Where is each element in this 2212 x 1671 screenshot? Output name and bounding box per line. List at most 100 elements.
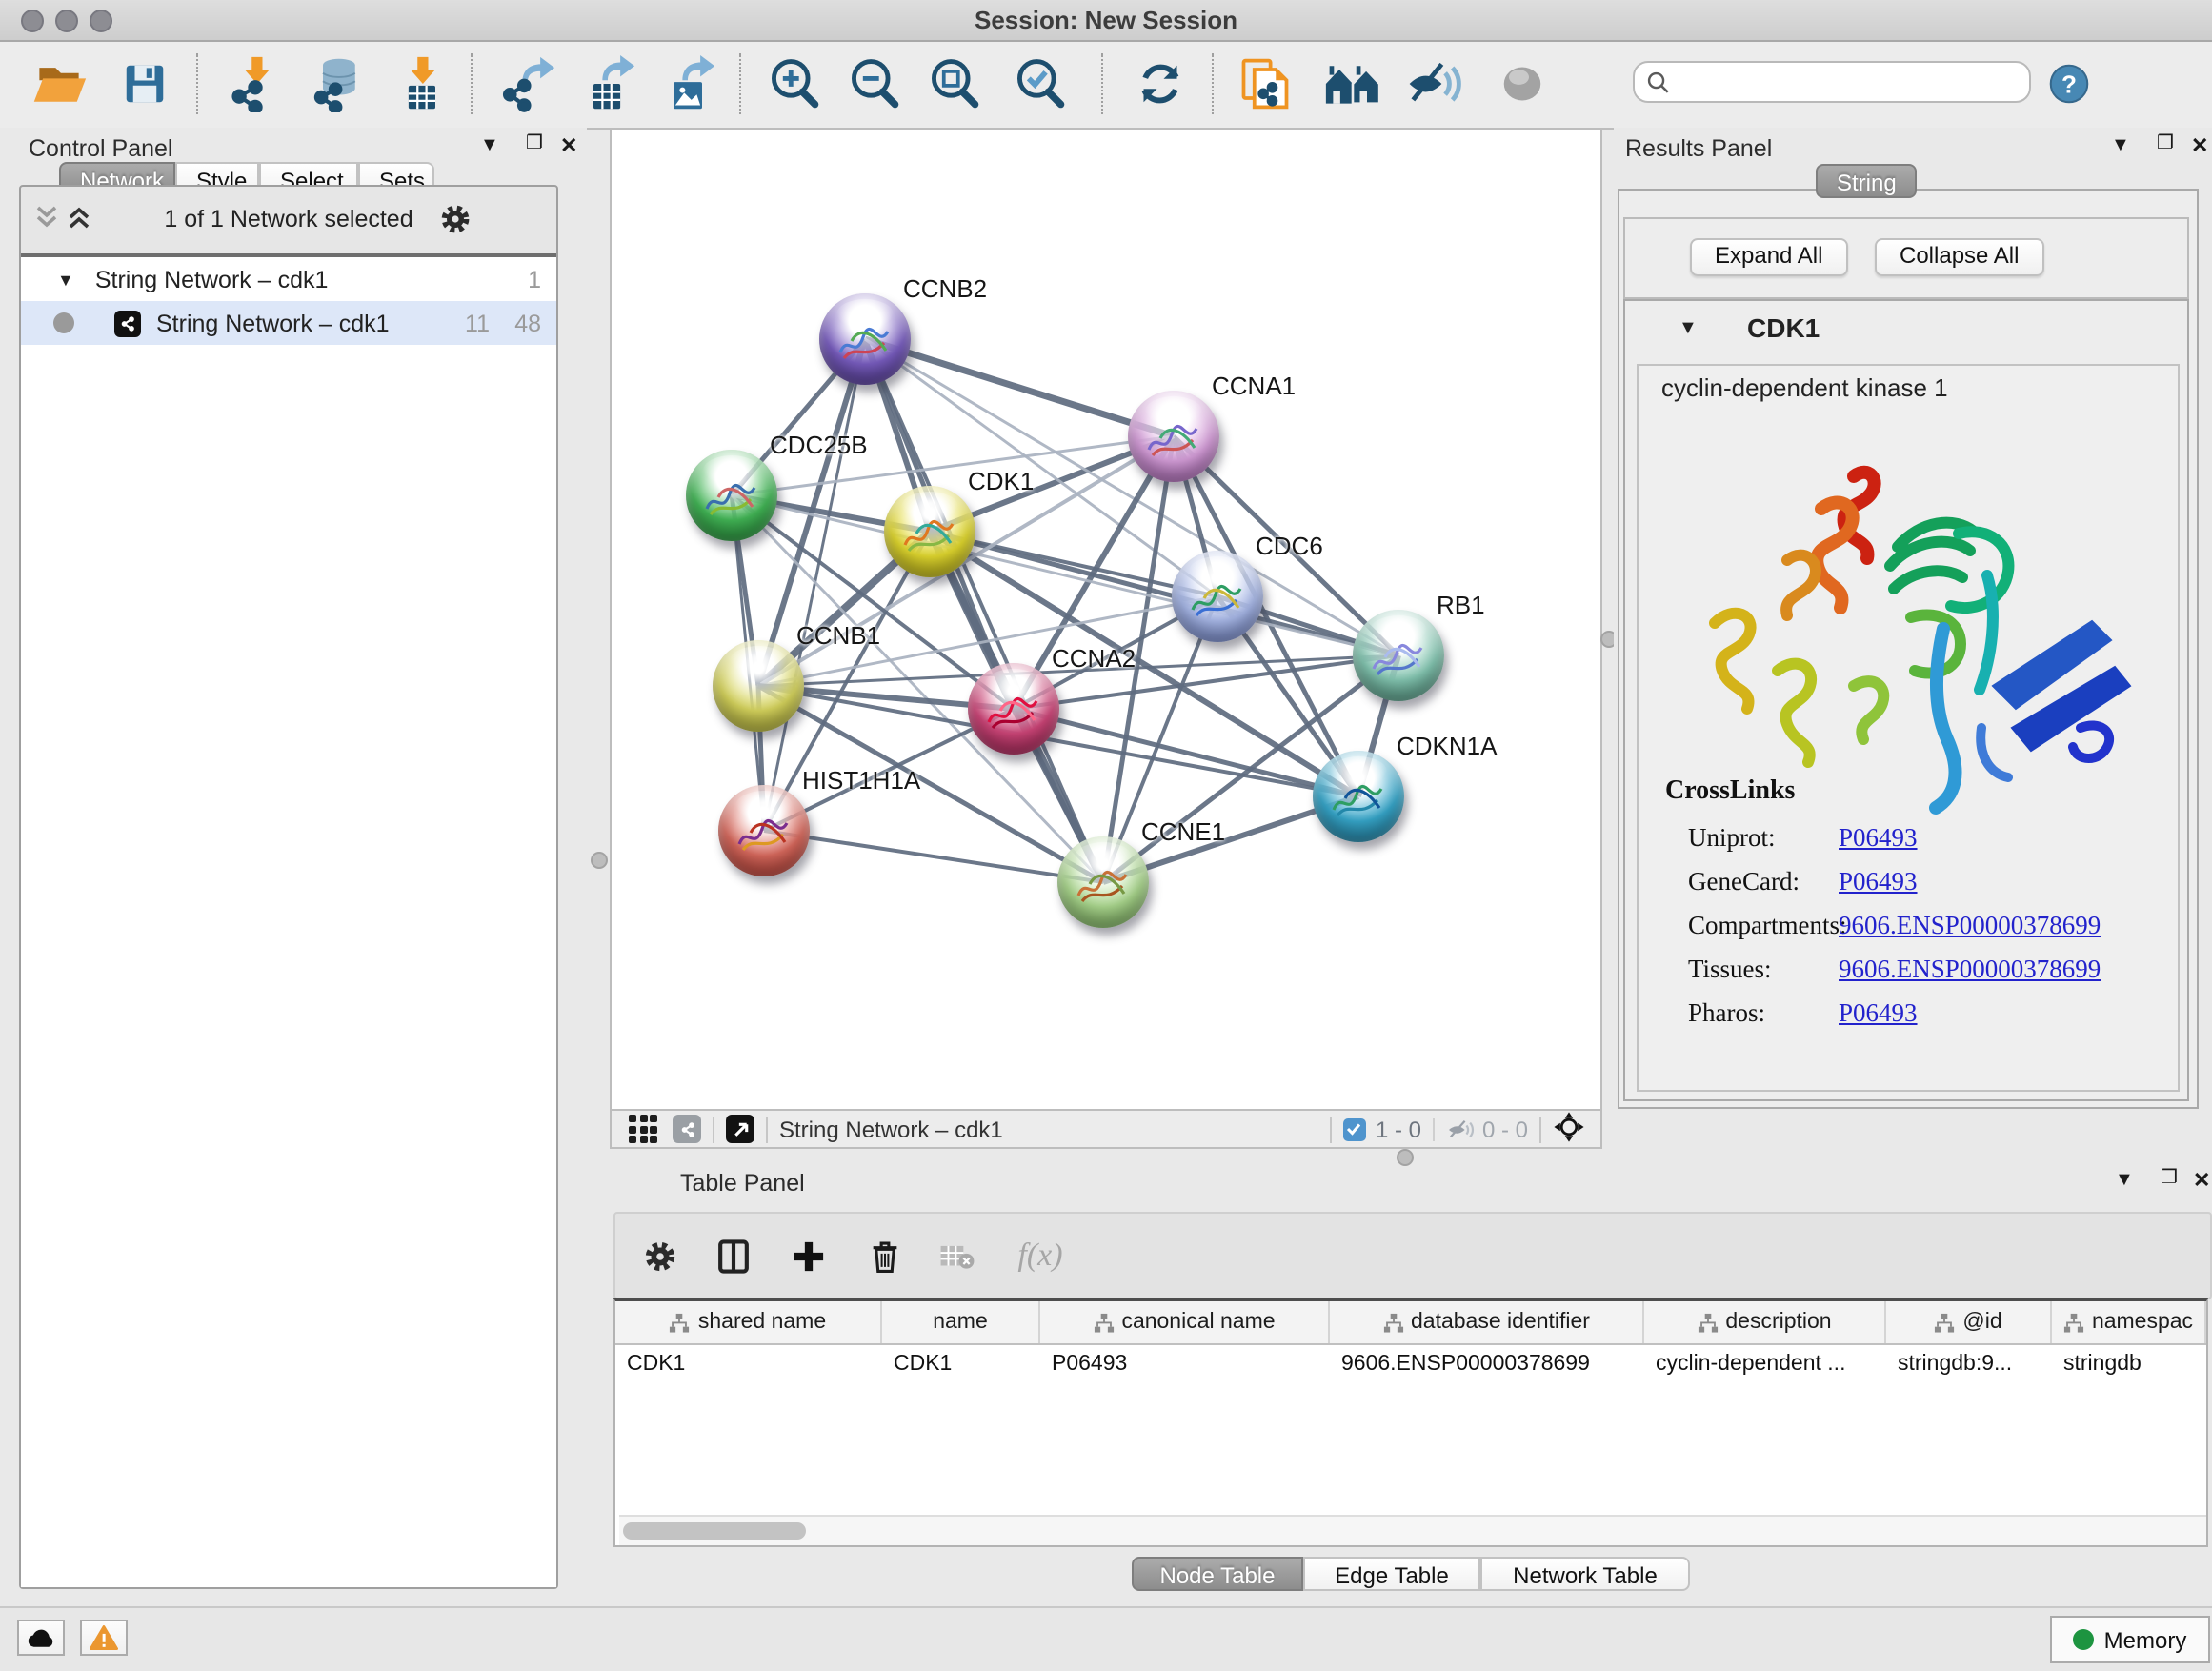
control-panel-float-icon[interactable]: ❐: [526, 133, 543, 154]
show-columns-icon[interactable]: [705, 1227, 762, 1284]
grid-view-icon[interactable]: [629, 1115, 657, 1143]
column-header-database-identifier[interactable]: database identifier: [1330, 1301, 1644, 1343]
column-header-shared-name[interactable]: shared name: [615, 1301, 882, 1343]
control-panel-menu-icon[interactable]: ▼: [480, 135, 499, 156]
vertical-splitter-left[interactable]: [587, 128, 610, 1606]
graph-node-CCNA1[interactable]: [1128, 391, 1219, 482]
import-network-button[interactable]: [221, 50, 290, 118]
crosslink-link[interactable]: P06493: [1839, 823, 1918, 852]
node-position-crosshair-icon[interactable]: [1553, 1110, 1585, 1148]
column-header-description[interactable]: description: [1644, 1301, 1886, 1343]
network-canvas[interactable]: CCNB2CCNA1CDC25BCDK1CDC6RB1CCNB1CCNA2CDK…: [610, 128, 1602, 1111]
graph-node-CCNA2[interactable]: [968, 663, 1059, 755]
cell-namespac[interactable]: stringdb: [2052, 1345, 2206, 1387]
graph-node-CDK1[interactable]: [884, 486, 975, 577]
cell-database-identifier[interactable]: 9606.ENSP00000378699: [1330, 1345, 1644, 1387]
memory-button[interactable]: Memory: [2050, 1616, 2210, 1663]
export-network-button[interactable]: [493, 50, 562, 118]
horizontal-splitter[interactable]: [610, 1147, 2212, 1166]
table-panel-float-icon[interactable]: ❐: [2161, 1168, 2178, 1189]
table-panel-close-icon[interactable]: ✕: [2193, 1168, 2210, 1193]
zoom-in-button[interactable]: [760, 50, 829, 118]
zoom-out-button[interactable]: [840, 50, 909, 118]
results-panel-menu-icon[interactable]: ▼: [2111, 135, 2130, 156]
hidden-eye-slash-icon: [1446, 1117, 1475, 1140]
export-table-button[interactable]: [573, 50, 642, 118]
table-panel: Table Panel ▼ ❐ ✕: [610, 1166, 2212, 1606]
horizontal-scrollbar[interactable]: [619, 1515, 2206, 1545]
title-bar[interactable]: Session: New Session: [0, 0, 2212, 42]
zoom-fit-button[interactable]: [920, 50, 989, 118]
section-collapse-icon[interactable]: ▼: [1679, 318, 1698, 339]
results-panel-close-icon[interactable]: ✕: [2191, 133, 2208, 158]
crosslink-link[interactable]: P06493: [1839, 998, 1918, 1027]
collection-count: 1: [528, 266, 541, 292]
graph-node-CDC25B[interactable]: [686, 450, 777, 541]
crosslink-link[interactable]: 9606.ENSP00000378699: [1839, 955, 2101, 983]
table-panel-menu-icon[interactable]: ▼: [2115, 1170, 2134, 1191]
tab-node-table[interactable]: Node Table: [1132, 1557, 1303, 1591]
results-panel-float-icon[interactable]: ❐: [2157, 133, 2174, 154]
network-type-share-icon[interactable]: [673, 1115, 701, 1143]
scrollbar-thumb[interactable]: [623, 1521, 806, 1539]
graph-node-CDKN1A[interactable]: [1313, 751, 1404, 842]
search-field[interactable]: [1633, 61, 2031, 103]
birdseye-view-icon[interactable]: [726, 1115, 754, 1143]
column-type-icon: [670, 1312, 691, 1333]
warning-status-button[interactable]: [80, 1620, 128, 1656]
save-session-button[interactable]: [111, 50, 179, 118]
cell-canonical-name[interactable]: P06493: [1040, 1345, 1330, 1387]
cell-shared-name[interactable]: CDK1: [615, 1345, 882, 1387]
import-table-icon: [392, 55, 450, 112]
network-collection-row[interactable]: ▼ String Network – cdk1 1: [21, 257, 556, 301]
graph-node-CCNB2[interactable]: [819, 293, 911, 385]
cell--id[interactable]: stringdb:9...: [1886, 1345, 2052, 1387]
table-row[interactable]: CDK1CDK1P064939606.ENSP00000378699cyclin…: [615, 1345, 2206, 1387]
column-header-canonical-name[interactable]: canonical name: [1040, 1301, 1330, 1343]
vertical-splitter-right[interactable]: [1602, 128, 1614, 1166]
graph-node-CCNE1[interactable]: [1057, 836, 1149, 928]
control-panel-close-icon[interactable]: ✕: [560, 133, 577, 158]
import-network-from-database-button[interactable]: [303, 50, 372, 118]
zoom-selected-button[interactable]: [1006, 50, 1075, 118]
delete-column-trash-icon[interactable]: [855, 1227, 913, 1284]
selected-checkbox-icon[interactable]: [1343, 1117, 1366, 1140]
table-settings-gear-icon[interactable]: [631, 1227, 688, 1284]
crosslink-link[interactable]: 9606.ENSP00000378699: [1839, 911, 2101, 939]
tab-edge-table[interactable]: Edge Table: [1303, 1557, 1480, 1591]
network-overview-button[interactable]: [1318, 50, 1387, 118]
show-graphics-button[interactable]: [1488, 50, 1557, 118]
column-header--id[interactable]: @id: [1886, 1301, 2052, 1343]
collapse-all-button[interactable]: Collapse All: [1875, 238, 2043, 276]
graph-node-RB1[interactable]: [1353, 610, 1444, 701]
export-image-button[interactable]: [654, 50, 722, 118]
add-column-plus-icon[interactable]: [779, 1227, 836, 1284]
share-publish-button[interactable]: [1231, 50, 1299, 118]
help-button[interactable]: ?: [2042, 57, 2096, 111]
search-input[interactable]: [1671, 65, 2029, 99]
splitter-handle-icon[interactable]: [1397, 1149, 1414, 1166]
splitter-handle-icon[interactable]: [591, 852, 608, 869]
graph-node-CCNB1[interactable]: [713, 640, 804, 732]
hide-graphics-button[interactable]: [1398, 50, 1467, 118]
refresh-view-button[interactable]: [1126, 50, 1195, 118]
tree-options-gear-icon[interactable]: [438, 202, 473, 246]
network-row-selected[interactable]: String Network – cdk1 11 48: [21, 301, 556, 345]
graph-node-HIST1H1A[interactable]: [718, 785, 810, 876]
cloud-status-button[interactable]: [17, 1620, 65, 1656]
cell-name[interactable]: CDK1: [882, 1345, 1040, 1387]
crosslink-link[interactable]: P06493: [1839, 867, 1918, 896]
tree-expand-icon[interactable]: ▼: [57, 270, 74, 289]
svg-text:?: ?: [2061, 70, 2077, 99]
open-session-button[interactable]: [25, 50, 93, 118]
tab-string[interactable]: String: [1816, 164, 1918, 198]
tab-network-table[interactable]: Network Table: [1480, 1557, 1690, 1591]
expand-all-button[interactable]: Expand All: [1690, 238, 1847, 276]
graph-node-CDC6[interactable]: [1172, 551, 1263, 642]
crosslink-label: Pharos:: [1688, 998, 1765, 1029]
cell-description[interactable]: cyclin-dependent ...: [1644, 1345, 1886, 1387]
column-header-namespac[interactable]: namespac: [2052, 1301, 2206, 1343]
control-panel: Control Panel ▼ ❐ ✕ NetworkStyleSelectSe…: [0, 128, 587, 1606]
import-table-button[interactable]: [387, 50, 455, 118]
column-header-name[interactable]: name: [882, 1301, 1040, 1343]
